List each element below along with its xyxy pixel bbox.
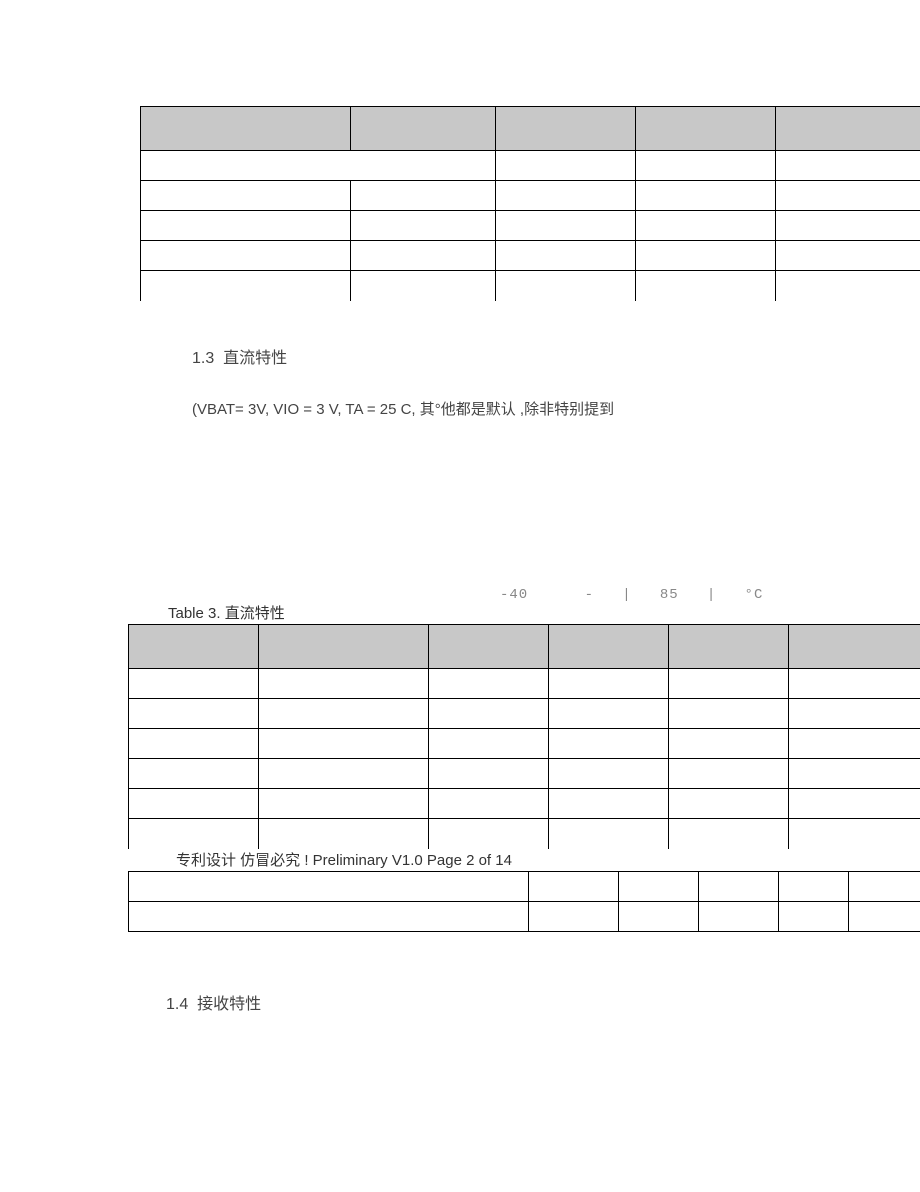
table-row (129, 789, 920, 819)
section-number: 1.4 (166, 996, 188, 1013)
document-page: 1.3 直流特性 (VBAT= 3V, VIO = 3 V, TA = 25 C… (0, 0, 920, 1192)
table-row (129, 729, 920, 759)
section-title: 接收特性 (197, 996, 261, 1013)
section-1-3-heading: 1.3 直流特性 (192, 344, 287, 368)
table-2 (128, 624, 920, 849)
table-row (129, 872, 920, 902)
table-row (129, 902, 920, 932)
preliminary-footer: 专利设计 仿冒必究 ! Preliminary V1.0 Page 2 of 1… (176, 849, 512, 870)
table-row (129, 625, 920, 669)
table-3 (128, 871, 920, 932)
table-row (129, 819, 920, 849)
section-1-4-heading: 1.4 接收特性 (166, 990, 261, 1014)
faint-data-row: -40 - | 85 | °C (500, 587, 763, 603)
table-row (129, 669, 920, 699)
section-title: 直流特性 (223, 350, 287, 367)
table-row (141, 151, 920, 181)
table-row (141, 211, 920, 241)
section-1-3-condition: (VBAT= 3V, VIO = 3 V, TA = 25 C, 其°他都是默认… (192, 398, 614, 419)
table-1 (140, 106, 920, 301)
table-row (141, 241, 920, 271)
section-number: 1.3 (192, 350, 214, 367)
table-row (141, 271, 920, 301)
table-row (141, 107, 920, 151)
table-row (129, 699, 920, 729)
table-3-caption: Table 3. 直流特性 (168, 602, 285, 623)
table-row (129, 759, 920, 789)
table-row (141, 181, 920, 211)
